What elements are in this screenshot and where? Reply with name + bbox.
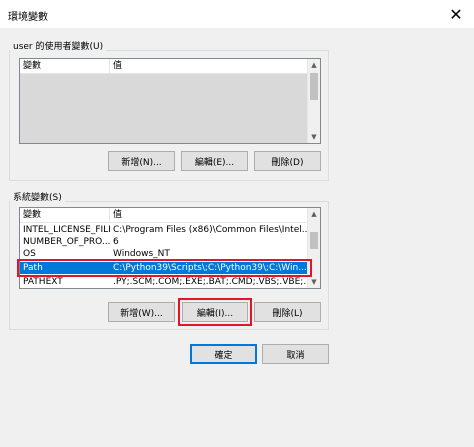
scroll-up-icon[interactable]: ▲	[308, 208, 320, 220]
edit-button-highlight	[178, 298, 252, 326]
title-bar: 環境變數 ✕	[0, 0, 474, 28]
scroll-down-icon[interactable]: ▼	[308, 131, 320, 143]
user-new-button[interactable]: 新增(N)...	[108, 151, 175, 171]
close-icon[interactable]: ✕	[438, 0, 474, 28]
list-header: 變數 值	[20, 59, 307, 74]
user-variables-label: user 的使用者變數(U)	[10, 41, 107, 53]
variable-value: .PY;.SCM;.COM;.EXE;.BAT;.CMD;.VBS;.VBE;.…	[113, 277, 307, 287]
window-title: 環境變數	[8, 12, 48, 23]
scrollbar-thumb[interactable]	[310, 232, 318, 249]
user-edit-button[interactable]: 編輯(E)...	[181, 151, 248, 171]
vertical-scrollbar[interactable]: ▲ ▼	[307, 59, 320, 143]
variable-name: NUMBER_OF_PRO...	[23, 237, 110, 247]
cancel-button[interactable]: 取消	[262, 344, 329, 364]
table-row[interactable]: NUMBER_OF_PRO... 6	[20, 236, 307, 248]
system-new-button[interactable]: 新增(W)...	[108, 302, 175, 322]
variable-name: PATHEXT	[23, 277, 63, 287]
scroll-down-icon[interactable]: ▼	[308, 276, 320, 288]
table-row[interactable]: PATHEXT .PY;.SCM;.COM;.EXE;.BAT;.CMD;.VB…	[20, 276, 307, 288]
variable-value: C:\Program Files (x86)\Common Files\Inte…	[113, 225, 307, 235]
variable-name: INTEL_LICENSE_FILE	[23, 225, 110, 235]
scrollbar-thumb[interactable]	[310, 73, 318, 100]
user-delete-button[interactable]: 刪除(D)	[254, 151, 321, 171]
system-delete-button[interactable]: 刪除(L)	[254, 302, 321, 322]
path-row-highlight	[17, 259, 312, 277]
column-header-variable[interactable]: 變數	[20, 208, 110, 223]
table-row[interactable]: INTEL_LICENSE_FILE C:\Program Files (x86…	[20, 224, 307, 236]
column-header-variable[interactable]: 變數	[20, 59, 110, 74]
scroll-up-icon[interactable]: ▲	[308, 59, 320, 71]
column-header-value[interactable]: 值	[110, 208, 307, 223]
ok-button[interactable]: 確定	[190, 344, 257, 364]
variable-value: 6	[113, 237, 119, 247]
column-header-value[interactable]: 值	[110, 59, 307, 74]
system-variables-label: 系統變數(S)	[10, 192, 65, 204]
list-header: 變數 值	[20, 208, 307, 223]
user-variables-list[interactable]: 變數 值 ▲ ▼	[19, 58, 321, 144]
empty-list-area	[20, 74, 307, 143]
